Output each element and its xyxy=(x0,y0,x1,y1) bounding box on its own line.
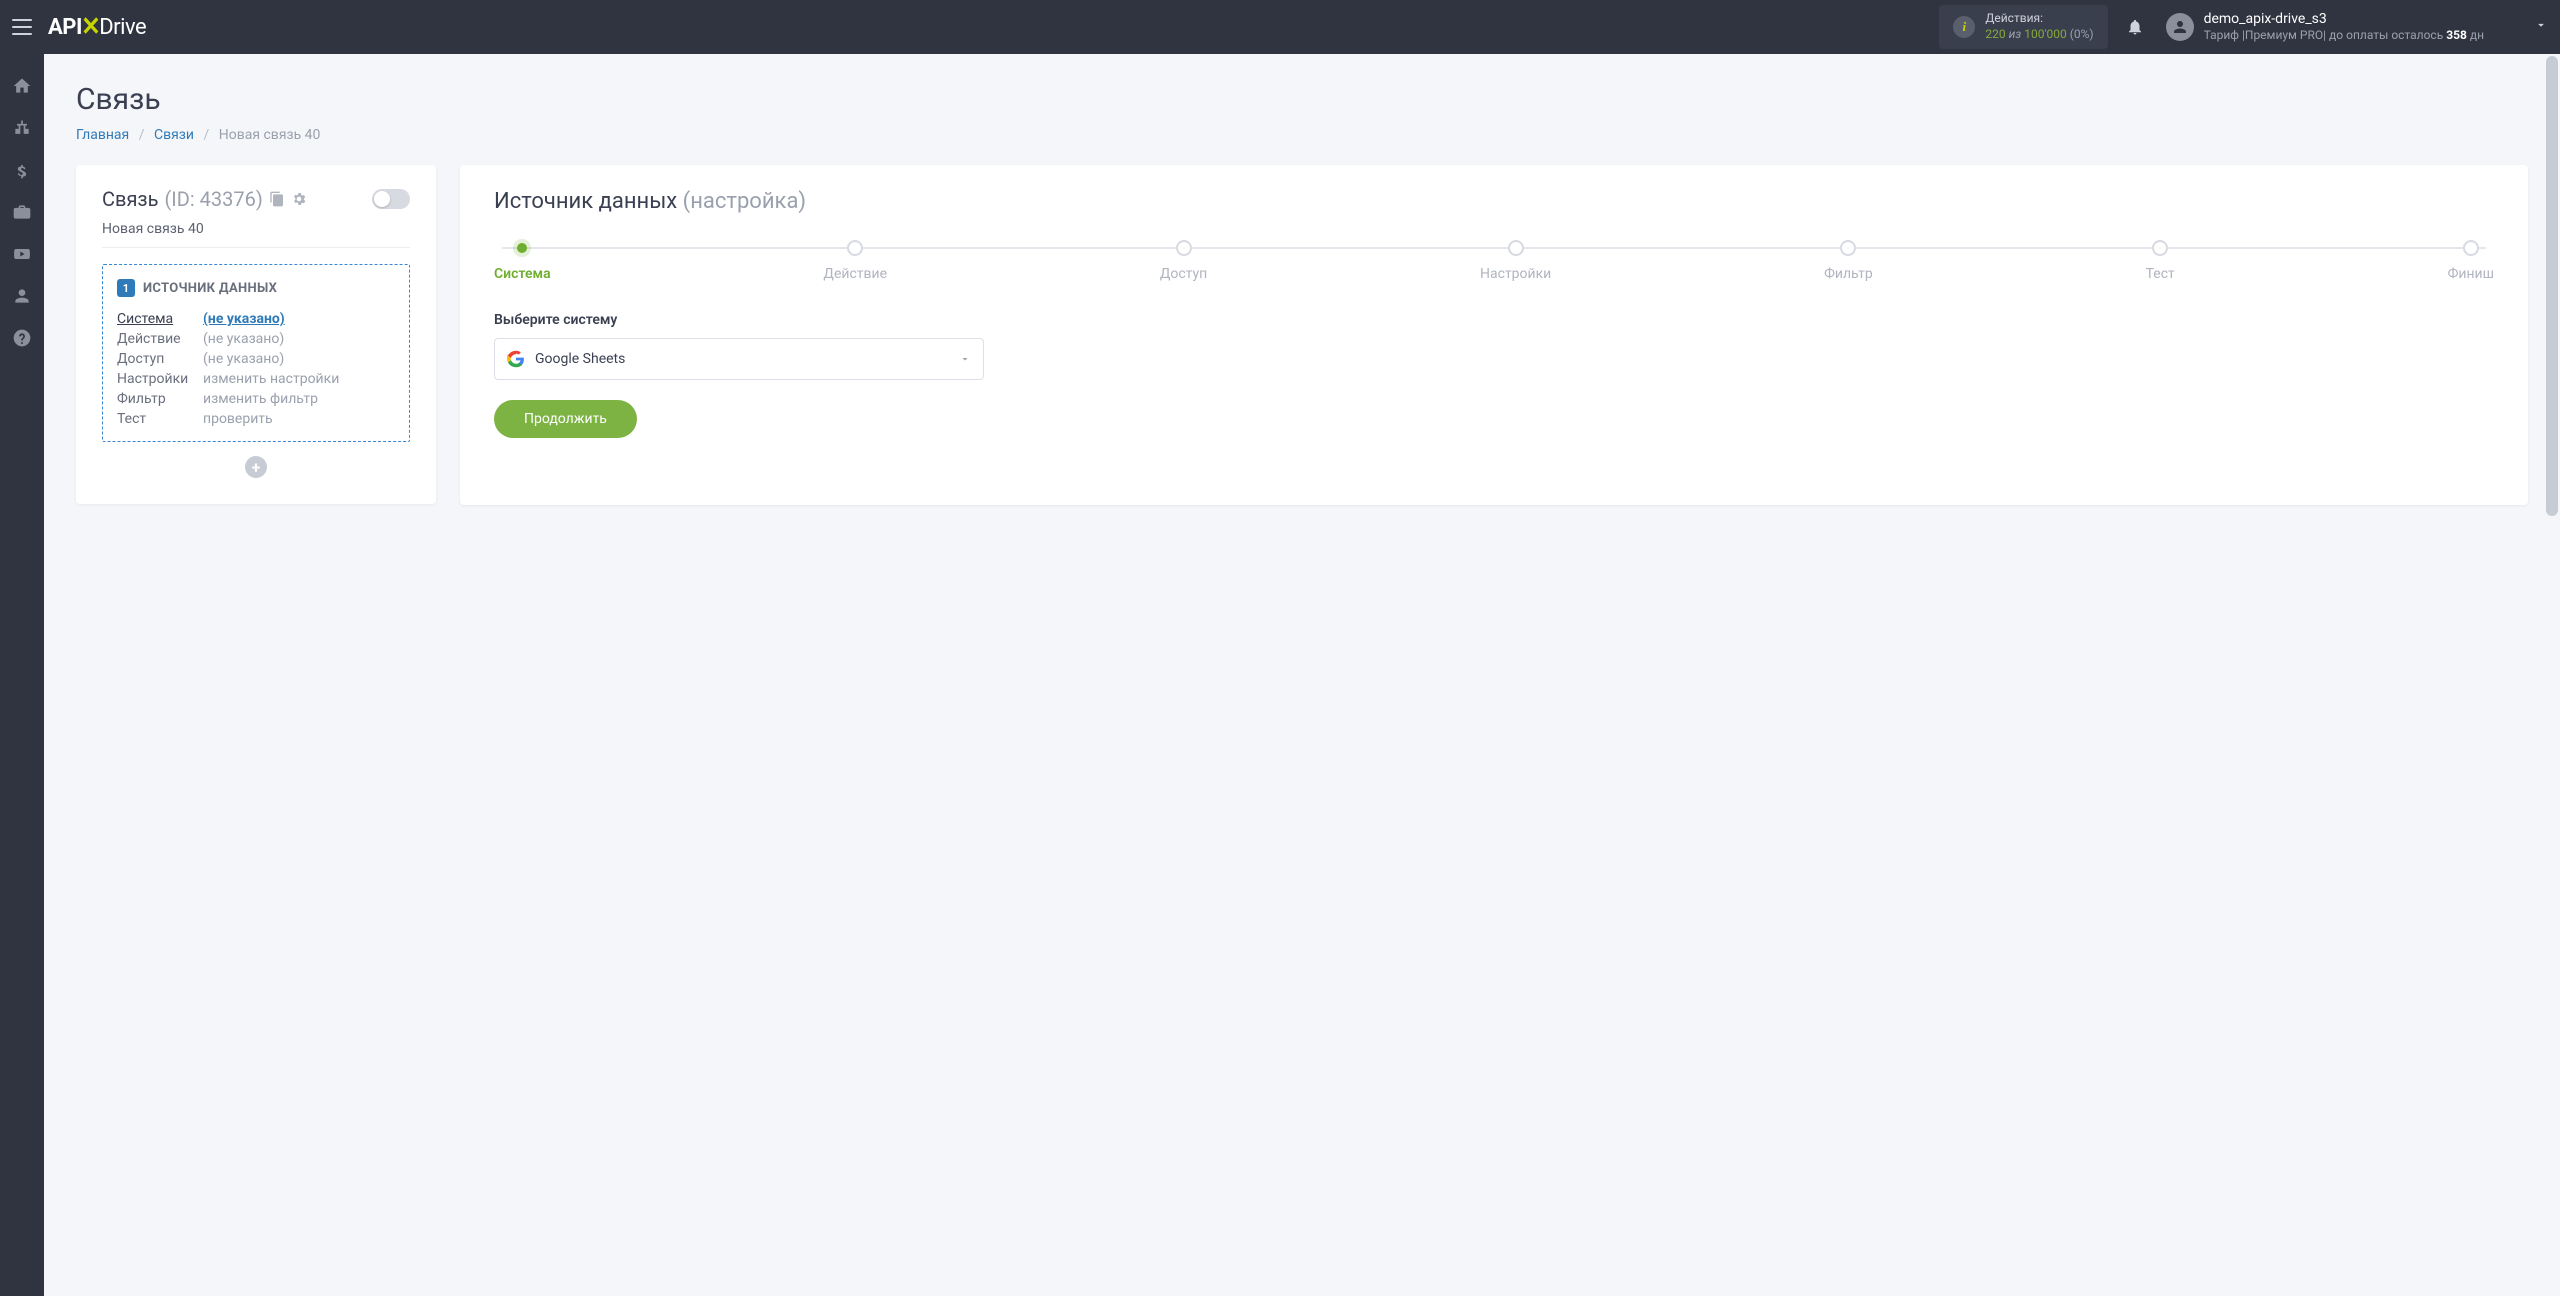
row-test[interactable]: Тест проверить xyxy=(117,409,395,429)
stepper: Система Действие Доступ Настройки Фильтр… xyxy=(494,240,2494,282)
setup-title: Источник данных (настройка) xyxy=(494,189,2494,214)
system-select[interactable]: Google Sheets xyxy=(494,338,984,380)
sitemap-icon[interactable] xyxy=(12,118,32,138)
chevron-down-icon xyxy=(2534,18,2548,36)
step-system[interactable]: Система xyxy=(494,240,551,282)
logo-text-api: API xyxy=(48,15,82,40)
row-filter[interactable]: Фильтр изменить фильтр xyxy=(117,389,395,409)
actions-pct: (0%) xyxy=(2070,27,2094,41)
page-title: Связь xyxy=(76,82,2528,117)
home-icon[interactable] xyxy=(12,76,32,96)
enable-toggle[interactable] xyxy=(372,189,410,209)
sidebar-rail xyxy=(0,54,44,1296)
actions-label: Действия: xyxy=(1985,11,2093,27)
actions-of: из xyxy=(2009,27,2022,41)
scrollbar[interactable] xyxy=(2544,54,2560,1296)
step-badge: 1 xyxy=(117,279,135,297)
breadcrumb: Главная / Связи / Новая связь 40 xyxy=(76,127,2528,143)
crumb-home[interactable]: Главная xyxy=(76,127,129,143)
continue-button[interactable]: Продолжить xyxy=(494,400,637,438)
menu-toggle-icon[interactable] xyxy=(12,19,32,35)
logo[interactable]: API✕Drive xyxy=(48,12,146,42)
user-text: demo_apix-drive_s3 Тариф |Премиум PRO| д… xyxy=(2204,10,2484,44)
step-test[interactable]: Тест xyxy=(2146,240,2175,282)
actions-text: Действия: 220 из 100'000 (0%) xyxy=(1985,11,2093,42)
copy-icon[interactable] xyxy=(269,191,285,207)
add-destination-button[interactable]: + xyxy=(245,456,267,478)
avatar-icon xyxy=(2166,13,2194,41)
source-box: 1 ИСТОЧНИК ДАННЫХ Система (не указано) Д… xyxy=(102,264,410,442)
user-menu[interactable]: demo_apix-drive_s3 Тариф |Премиум PRO| д… xyxy=(2166,10,2548,44)
source-box-title: 1 ИСТОЧНИК ДАННЫХ xyxy=(117,279,395,297)
bell-icon[interactable] xyxy=(2126,17,2144,37)
tariff-line: Тариф |Премиум PRO| до оплаты осталось 3… xyxy=(2204,28,2484,44)
logo-text-drive: Drive xyxy=(99,15,146,40)
chevron-down-icon xyxy=(959,353,971,365)
gear-icon[interactable] xyxy=(291,191,307,207)
topbar: API✕Drive i Действия: 220 из 100'000 (0%… xyxy=(0,0,2560,54)
connection-title: Связь (ID: 43376) xyxy=(102,187,307,211)
briefcase-icon[interactable] xyxy=(12,202,32,222)
connection-name: Новая связь 40 xyxy=(102,221,410,248)
step-action[interactable]: Действие xyxy=(823,240,887,282)
dollar-icon[interactable] xyxy=(12,160,32,180)
step-settings[interactable]: Настройки xyxy=(1480,240,1551,282)
row-access[interactable]: Доступ (не указано) xyxy=(117,349,395,369)
user-icon[interactable] xyxy=(12,286,32,306)
logo-x-icon: ✕ xyxy=(81,12,100,42)
actions-counter[interactable]: i Действия: 220 из 100'000 (0%) xyxy=(1939,5,2107,48)
actions-used: 220 xyxy=(1985,27,2005,41)
google-icon xyxy=(507,350,525,368)
youtube-icon[interactable] xyxy=(12,244,32,264)
row-system[interactable]: Система (не указано) xyxy=(117,309,395,329)
page-content: Связь Главная / Связи / Новая связь 40 С… xyxy=(44,54,2560,1296)
help-icon[interactable] xyxy=(12,328,32,348)
step-filter[interactable]: Фильтр xyxy=(1824,240,1873,282)
actions-total: 100'000 xyxy=(2024,27,2067,41)
row-settings[interactable]: Настройки изменить настройки xyxy=(117,369,395,389)
row-action[interactable]: Действие (не указано) xyxy=(117,329,395,349)
step-access[interactable]: Доступ xyxy=(1160,240,1207,282)
crumb-current: Новая связь 40 xyxy=(219,127,321,143)
info-icon: i xyxy=(1953,16,1975,38)
connection-summary-card: Связь (ID: 43376) Новая связь 40 1 ИСТОЧ… xyxy=(76,165,436,504)
select-system-label: Выберите систему xyxy=(494,312,2494,328)
user-name: demo_apix-drive_s3 xyxy=(2204,10,2484,28)
crumb-links[interactable]: Связи xyxy=(154,127,194,143)
system-select-value: Google Sheets xyxy=(535,351,959,367)
step-finish[interactable]: Финиш xyxy=(2448,240,2494,282)
source-setup-card: Источник данных (настройка) Система Дейс… xyxy=(460,165,2528,505)
